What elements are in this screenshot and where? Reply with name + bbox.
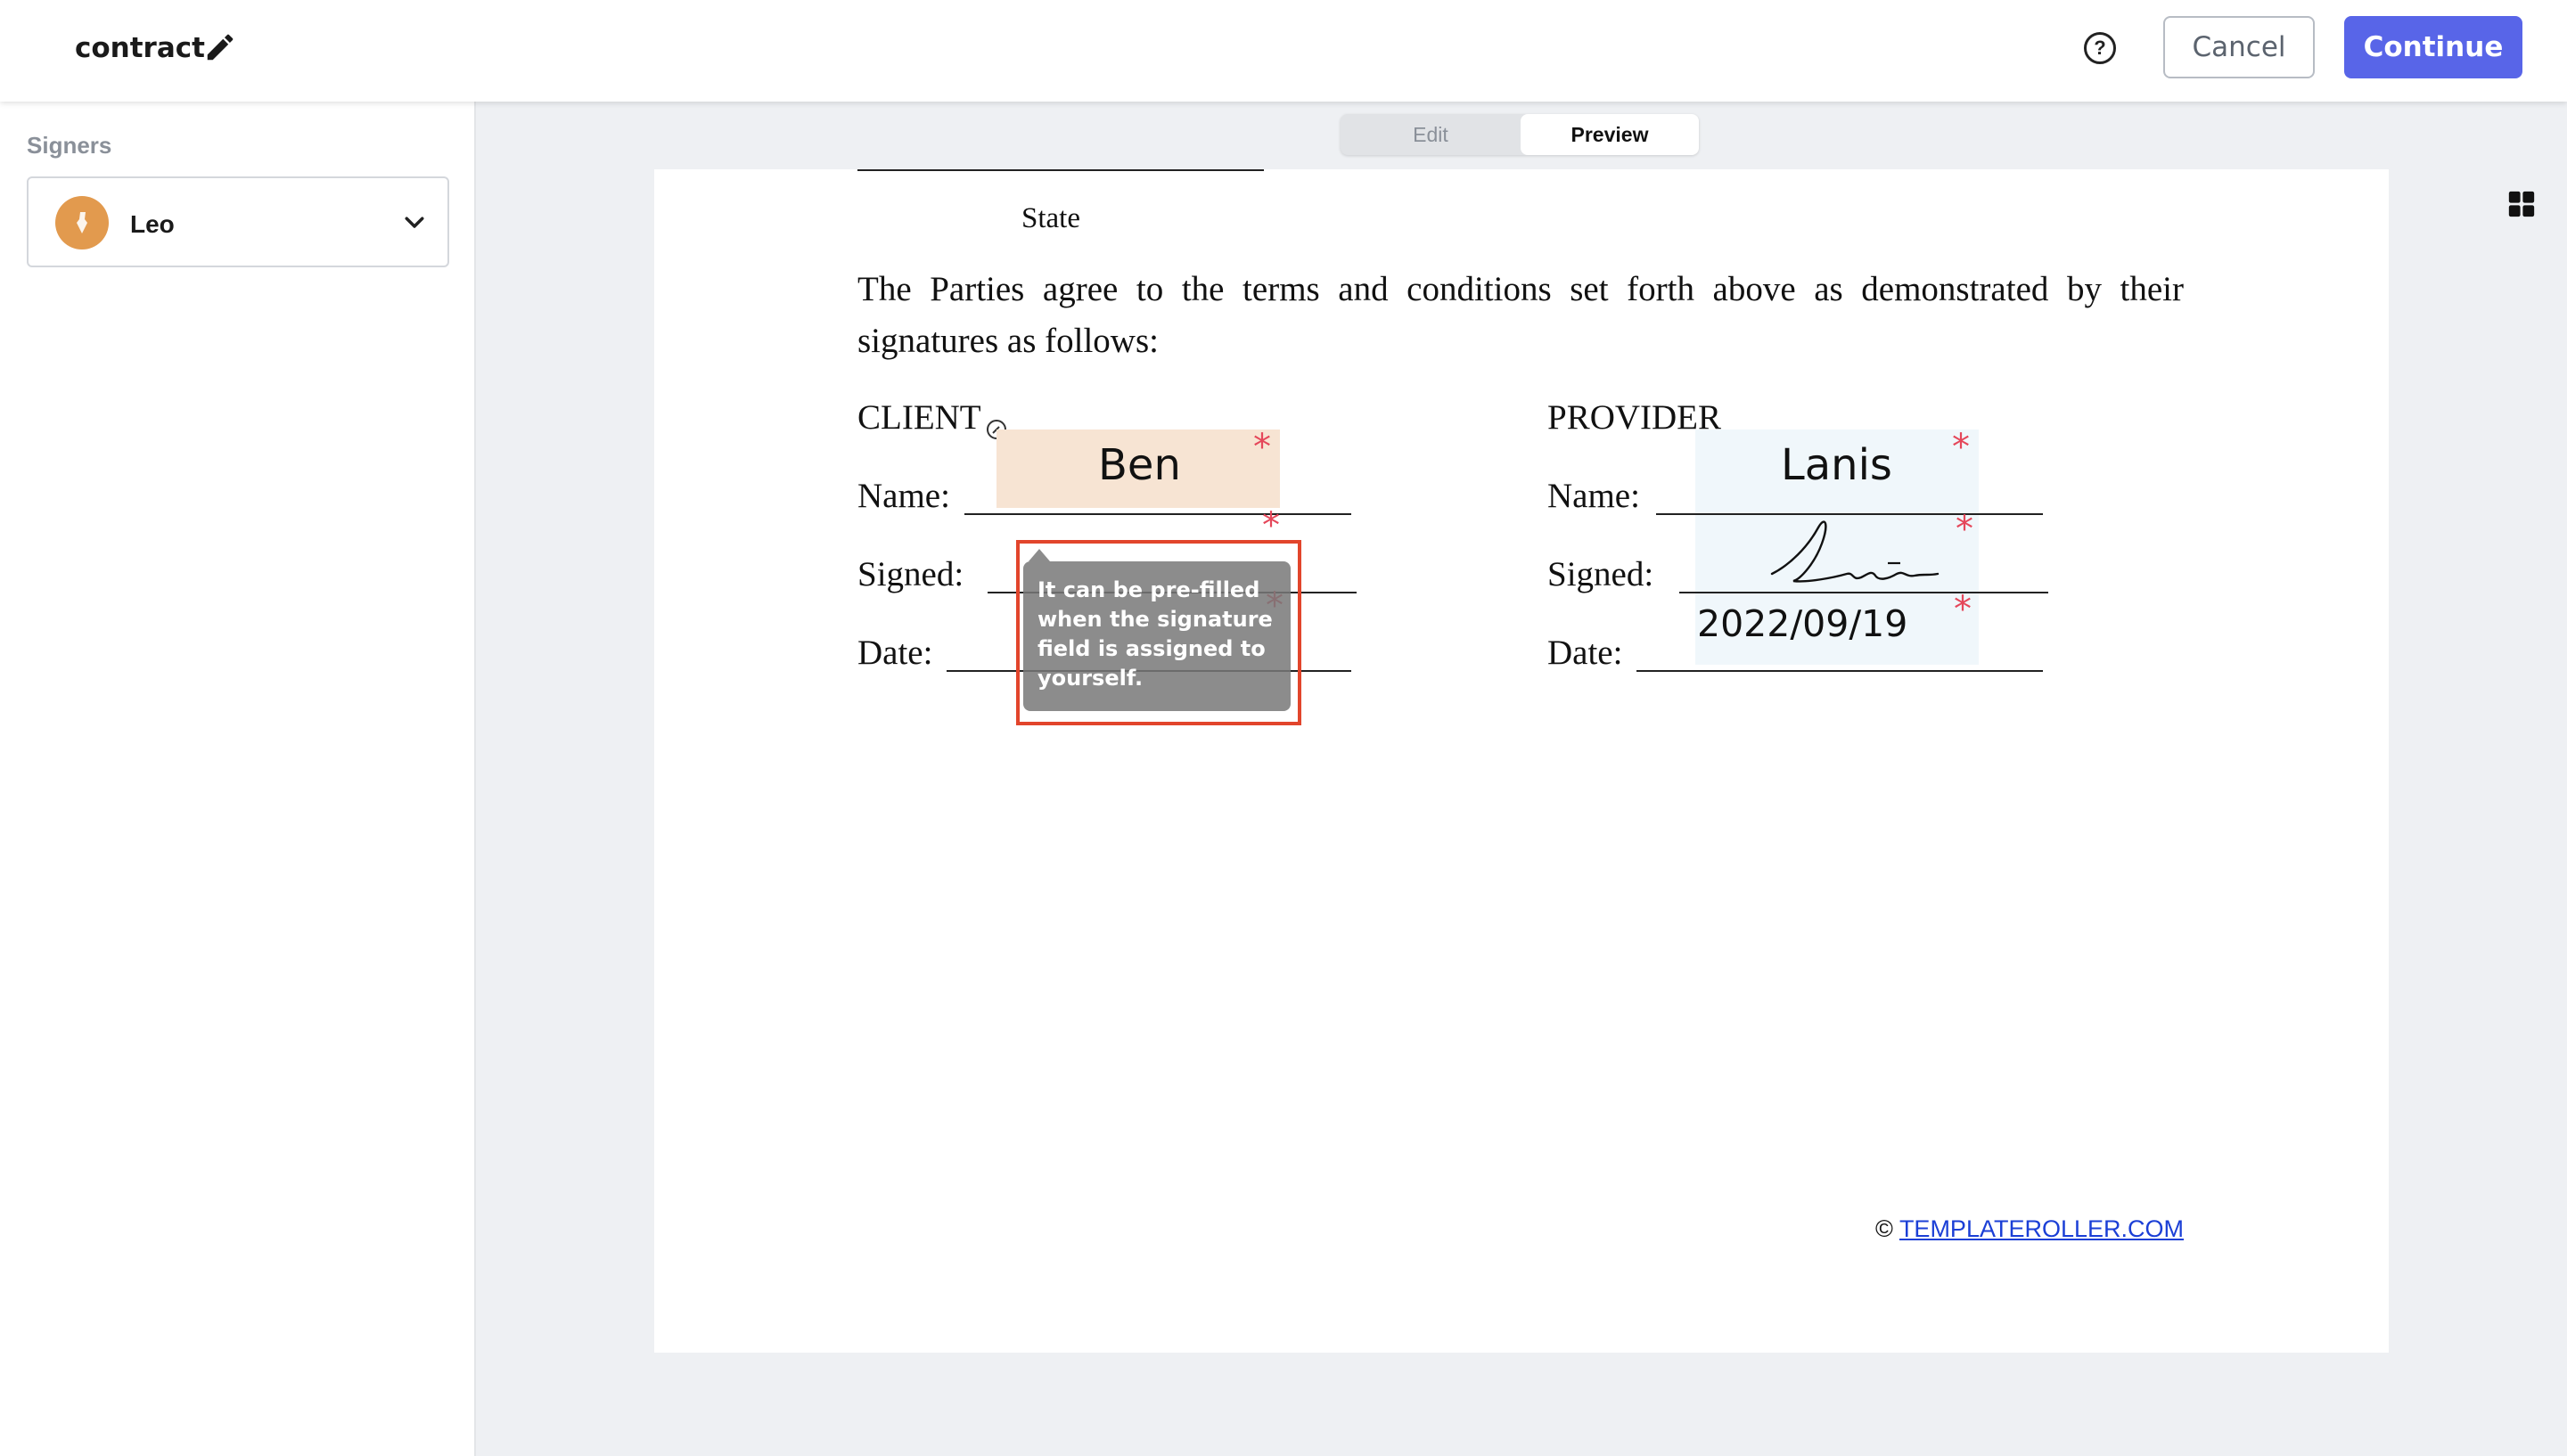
templateroller-link[interactable]: TEMPLATEROLLER.COM bbox=[1899, 1215, 2184, 1242]
document-page: State The Parties agree to the terms and… bbox=[654, 169, 2389, 1353]
client-heading: CLIENT bbox=[857, 398, 981, 437]
footer-credit: © TEMPLATEROLLER.COM bbox=[1875, 1215, 2184, 1243]
copyright-symbol: © bbox=[1875, 1215, 1893, 1242]
client-signed-required: * bbox=[1262, 505, 1280, 546]
tab-edit[interactable]: Edit bbox=[1341, 114, 1521, 155]
provider-name-label: Name: bbox=[1547, 477, 1640, 515]
client-name-line bbox=[964, 513, 1351, 515]
client-name-required: * bbox=[1253, 427, 1271, 468]
tooltip: It can be pre-filled when the signature … bbox=[1023, 561, 1291, 711]
provider-signed-required: * bbox=[1956, 509, 1973, 550]
continue-button[interactable]: Continue bbox=[2344, 16, 2522, 78]
client-name-value: Ben bbox=[1098, 440, 1181, 490]
provider-signature[interactable] bbox=[1754, 511, 1956, 592]
signer-pen-icon bbox=[77, 212, 87, 233]
client-name-label: Name: bbox=[857, 477, 950, 515]
grid-icon[interactable] bbox=[2506, 189, 2537, 219]
signer-name: Leo bbox=[130, 210, 175, 238]
client-name-field[interactable]: Ben bbox=[996, 429, 1280, 508]
state-label: State bbox=[1021, 202, 1080, 234]
client-date-label: Date: bbox=[857, 634, 933, 672]
provider-name-required: * bbox=[1952, 427, 1970, 468]
provider-date-required: * bbox=[1954, 589, 1972, 630]
provider-date-value: 2022/09/19 bbox=[1697, 602, 1908, 645]
sidebar: Signers Leo bbox=[0, 102, 476, 1456]
provider-name-value: Lanis bbox=[1781, 440, 1892, 490]
help-icon[interactable]: ? bbox=[2084, 32, 2116, 64]
state-line bbox=[857, 169, 1264, 171]
client-signed-label: Signed: bbox=[857, 555, 964, 593]
provider-date-field[interactable]: 2022/09/19 bbox=[1695, 593, 1979, 665]
provider-name-field[interactable]: Lanis bbox=[1695, 429, 1979, 508]
provider-signed-label: Signed: bbox=[1547, 555, 1654, 593]
top-bar: contract ? Cancel Continue bbox=[0, 0, 2567, 102]
signers-label: Signers bbox=[27, 132, 112, 159]
tooltip-arrow bbox=[1029, 549, 1050, 561]
tab-preview[interactable]: Preview bbox=[1521, 114, 1699, 155]
mode-toggle: Edit Preview bbox=[1341, 114, 1699, 155]
document-title[interactable]: contract bbox=[75, 32, 205, 64]
avatar bbox=[55, 196, 109, 249]
signer-select[interactable]: Leo bbox=[27, 176, 449, 267]
cancel-button[interactable]: Cancel bbox=[2163, 16, 2315, 78]
agreement-text: The Parties agree to the terms and condi… bbox=[857, 270, 2184, 360]
pencil-icon[interactable] bbox=[203, 30, 237, 64]
provider-date-label: Date: bbox=[1547, 634, 1623, 672]
chevron-down-icon bbox=[405, 217, 424, 228]
provider-date-line bbox=[1636, 670, 2043, 672]
